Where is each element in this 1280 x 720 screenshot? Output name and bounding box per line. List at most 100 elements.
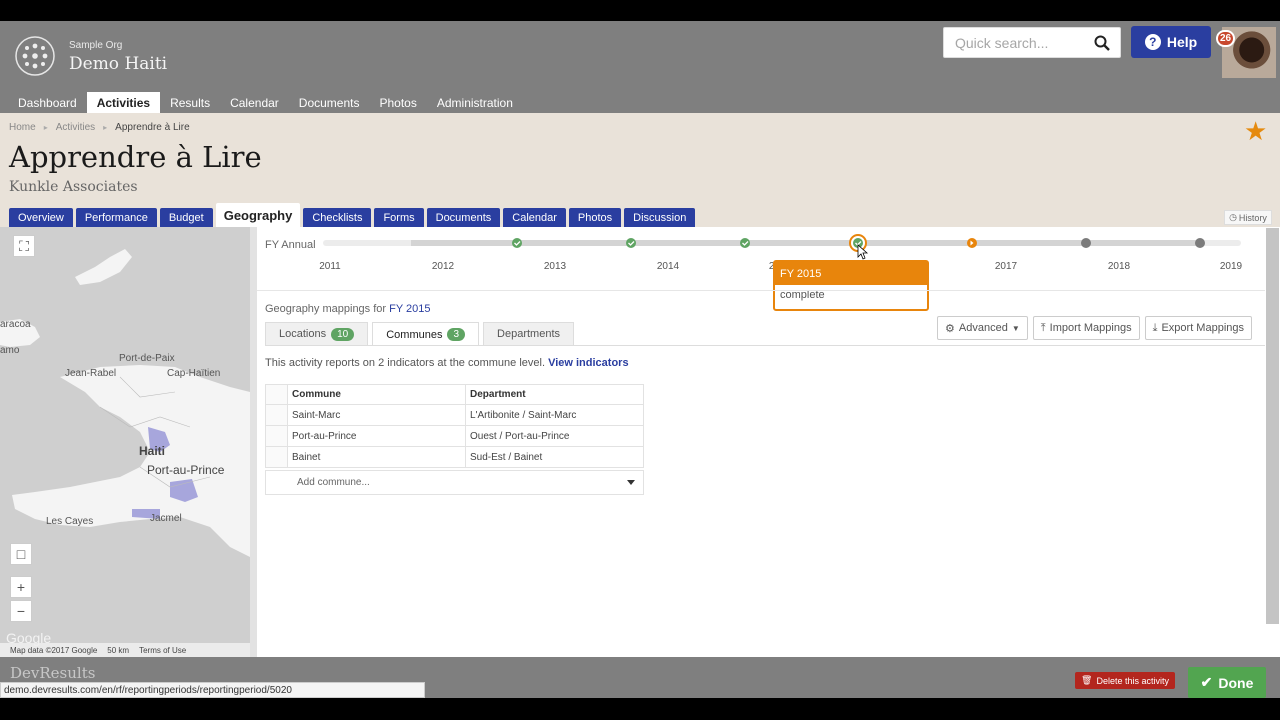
advanced-dropdown[interactable]: ⚙ Advanced ▼ <box>937 316 1028 340</box>
panel-divider[interactable] <box>250 227 257 657</box>
tab-documents[interactable]: Documents <box>426 208 501 227</box>
count-badge: 3 <box>447 328 466 341</box>
timeline-point-2012[interactable] <box>512 238 522 248</box>
tab-budget[interactable]: Budget <box>159 208 213 227</box>
question-icon: ? <box>1144 34 1161 50</box>
map-label: Les Cayes <box>46 516 94 527</box>
timeline-point-2018[interactable] <box>1195 238 1205 248</box>
history-button[interactable]: ◷ History <box>1224 210 1272 225</box>
year-label: 2012 <box>431 261 455 272</box>
nav-calendar[interactable]: Calendar <box>220 92 289 113</box>
done-label: Done <box>1218 674 1254 691</box>
row-handle[interactable] <box>265 446 288 468</box>
tab-performance[interactable]: Performance <box>75 208 157 227</box>
table-row[interactable]: Port-au-Prince Ouest / Port-au-Prince <box>265 425 644 447</box>
row-handle[interactable] <box>265 404 288 426</box>
table-row[interactable]: Saint-Marc L'Artibonite / Saint-Marc <box>265 404 644 426</box>
zoom-out-button[interactable]: − <box>10 600 32 622</box>
terms-link[interactable]: Terms of Use <box>139 646 186 655</box>
communes-table: Commune Department Saint-Marc L'Artiboni… <box>265 384 644 468</box>
nav-activities[interactable]: Activities <box>86 92 161 113</box>
table-row[interactable]: Bainet Sud-Est / Bainet <box>265 446 644 468</box>
main-nav: Dashboard Activities Results Calendar Do… <box>8 92 523 113</box>
year-label: 2013 <box>543 261 567 272</box>
check-icon: ✔ <box>1200 674 1213 690</box>
timeline-point-2013[interactable] <box>626 238 636 248</box>
upload-icon: ⤒ <box>1040 321 1046 334</box>
department-cell: Sud-Est / Bainet <box>465 446 644 468</box>
tab-checklists[interactable]: Checklists <box>303 208 372 227</box>
tab-forms[interactable]: Forms <box>374 208 424 227</box>
timeline-point-2016[interactable] <box>967 238 977 248</box>
tab-photos[interactable]: Photos <box>568 208 622 227</box>
column-header-commune[interactable]: Commune <box>287 384 466 405</box>
help-label: Help <box>1166 34 1198 50</box>
map-label: Port-de-Paix <box>119 353 175 364</box>
select-area-icon[interactable]: □ <box>10 543 32 565</box>
column-header-department[interactable]: Department <box>465 384 644 405</box>
divider <box>257 290 1265 291</box>
tab-geography[interactable]: Geography <box>215 203 301 227</box>
mappings-period-link[interactable]: FY 2015 <box>389 303 430 315</box>
chevron-down-icon[interactable] <box>627 480 635 485</box>
page-title: Apprendre à Lire <box>9 140 262 174</box>
nav-administration[interactable]: Administration <box>427 92 523 113</box>
map-label: Jean-Rabel <box>65 368 117 379</box>
fullscreen-icon[interactable]: ⛶ <box>13 235 35 257</box>
scrollbar-thumb[interactable] <box>1266 228 1279 624</box>
view-indicators-link[interactable]: View indicators <box>548 357 629 369</box>
map-panel[interactable]: ⛶ aracoa amo Port-de-Paix Cap-Haïtien Je… <box>0 227 250 657</box>
breadcrumb-activities[interactable]: Activities <box>56 122 95 133</box>
count-badge: 10 <box>331 327 355 341</box>
search-icon[interactable] <box>1094 35 1110 51</box>
subtab-locations[interactable]: Locations 10 <box>265 322 369 345</box>
add-commune-select[interactable]: Add commune... <box>265 470 644 495</box>
search-input[interactable] <box>944 28 1084 57</box>
nav-results[interactable]: Results <box>160 92 220 113</box>
department-cell: Ouest / Port-au-Prince <box>465 425 644 447</box>
notification-badge[interactable]: 26 <box>1216 30 1235 47</box>
org-logo-icon[interactable] <box>14 35 56 77</box>
tooltip-status: complete <box>780 289 825 301</box>
mappings-prefix: Geography mappings for <box>265 303 387 315</box>
tab-calendar[interactable]: Calendar <box>503 208 566 227</box>
map-label: Cap-Haïtien <box>167 368 221 379</box>
app-window: Sample Org Demo Haiti ? Help 26 Dashboar… <box>0 21 1280 698</box>
add-commune-placeholder: Add commune... <box>297 477 370 488</box>
zoom-in-button[interactable]: + <box>10 576 32 598</box>
trash-icon: 🗑 <box>1081 675 1093 685</box>
subtab-label: Departments <box>497 328 561 340</box>
done-button[interactable]: ✔ Done <box>1188 667 1266 698</box>
import-label: Import Mappings <box>1049 322 1132 334</box>
nav-photos[interactable]: Photos <box>370 92 427 113</box>
help-button[interactable]: ? Help <box>1131 26 1211 58</box>
quick-search[interactable] <box>943 27 1121 58</box>
breadcrumb-home[interactable]: Home <box>9 122 36 133</box>
map-label: Haiti <box>139 444 166 458</box>
page-subtitle[interactable]: Kunkle Associates <box>9 179 138 195</box>
timeline-point-2017[interactable] <box>1081 238 1091 248</box>
nav-dashboard[interactable]: Dashboard <box>8 92 87 113</box>
org-name[interactable]: Demo Haiti <box>69 54 167 74</box>
tab-discussion[interactable]: Discussion <box>624 208 696 227</box>
tab-overview[interactable]: Overview <box>9 208 73 227</box>
delete-label: Delete this activity <box>1096 675 1169 686</box>
import-mappings-button[interactable]: ⤒ Import Mappings <box>1032 316 1140 340</box>
timeline[interactable] <box>257 227 1265 287</box>
row-handle[interactable] <box>265 425 288 447</box>
favorite-star-icon[interactable]: ★ <box>1244 118 1267 144</box>
table-header: Commune Department <box>265 384 644 405</box>
timeline-point-2014[interactable] <box>740 238 750 248</box>
map-canvas[interactable] <box>0 227 250 657</box>
subtab-departments[interactable]: Departments <box>483 322 575 345</box>
delete-activity-button[interactable]: 🗑 Delete this activity <box>1075 672 1175 689</box>
footer-brand: DevResults <box>10 664 96 682</box>
subtab-communes[interactable]: Communes 3 <box>372 322 480 346</box>
breadcrumb-separator: ▸ <box>43 123 48 132</box>
map-label: Jacmel <box>150 513 182 524</box>
nav-documents[interactable]: Documents <box>289 92 370 113</box>
status-bar-url: demo.devresults.com/en/rf/reportingperio… <box>0 682 425 698</box>
geography-content: FY Annual 2011 2012 2013 2014 2015 2016 … <box>257 227 1265 657</box>
export-mappings-button[interactable]: ⤓ Export Mappings <box>1144 316 1252 340</box>
commune-cell: Bainet <box>287 446 466 468</box>
